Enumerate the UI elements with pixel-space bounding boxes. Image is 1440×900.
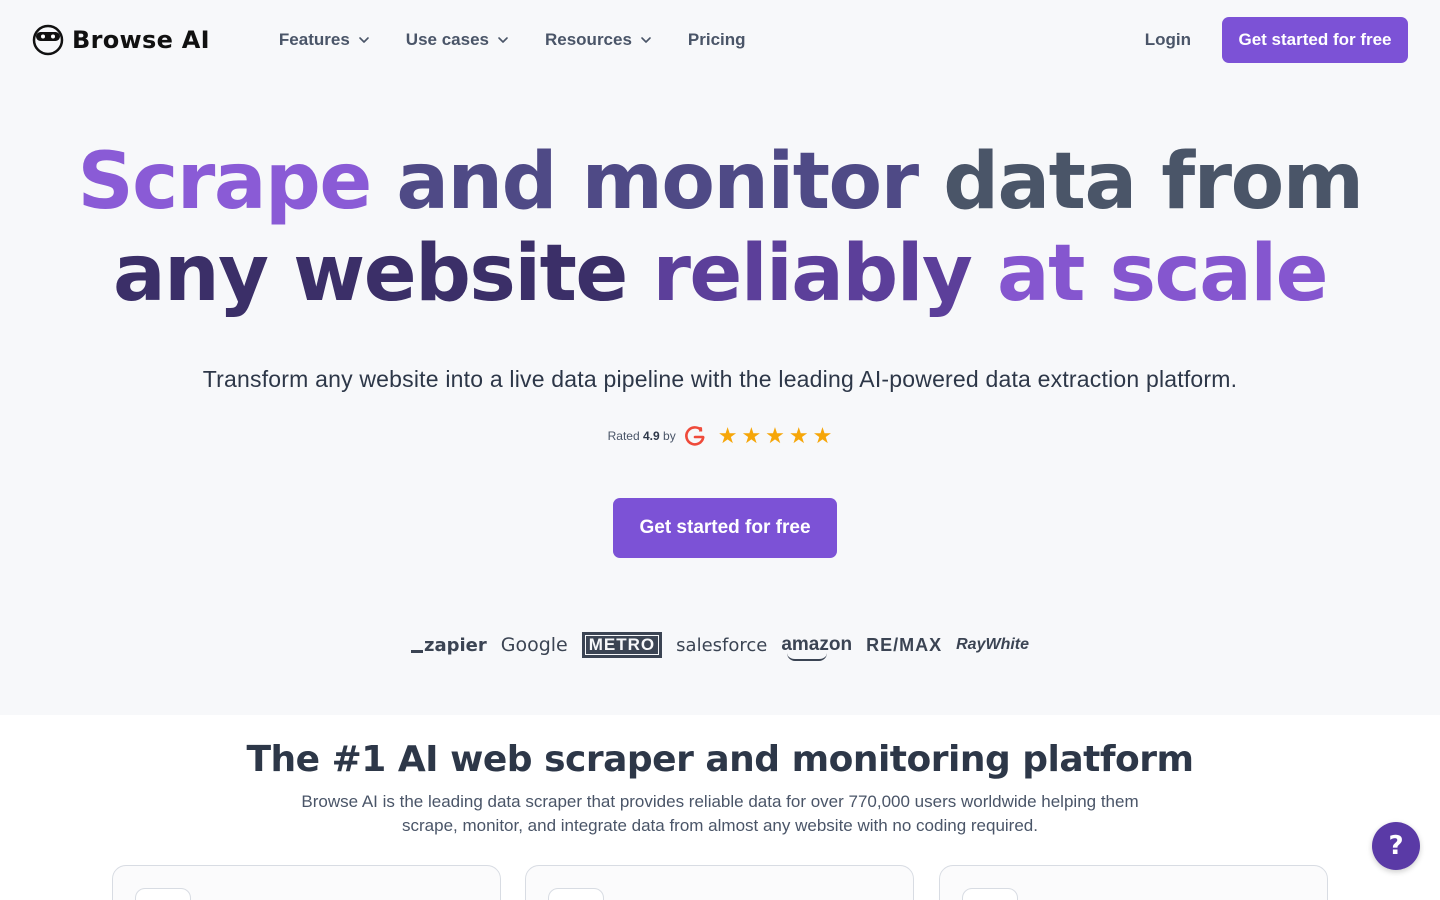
section-title: The #1 AI web scraper and monitoring pla… [246, 739, 1194, 780]
logo[interactable]: Browse AI [32, 24, 210, 56]
rating-text: Rated 4.9 by [608, 429, 676, 443]
nav-item-resources[interactable]: Resources [545, 30, 652, 50]
star-icon: ★ [765, 423, 785, 448]
raywhite-logo: RayWhite [956, 636, 1030, 653]
hero-word: and [396, 137, 557, 227]
help-button[interactable]: ? [1372, 822, 1420, 870]
google-logo: Google [500, 634, 568, 656]
feature-card-icon [135, 888, 191, 900]
nav-item-features[interactable]: Features [279, 30, 370, 50]
login-link[interactable]: Login [1145, 30, 1191, 50]
brand-logos: zapier Google METRO salesforce amazon RE… [0, 632, 1440, 661]
get-started-button-nav[interactable]: Get started for free [1222, 17, 1408, 63]
hero-word: Scrape [77, 137, 373, 227]
star-icon: ★ [741, 423, 762, 448]
chevron-down-icon [498, 37, 508, 43]
hero-word: data from [943, 137, 1364, 227]
salesforce-logo: salesforce [676, 634, 768, 656]
rating-suffix: by [663, 429, 676, 443]
logo-text: Browse AI [72, 26, 210, 54]
amazon-logo: amazon [781, 634, 852, 661]
rating-value: 4.9 [642, 429, 660, 443]
star-icon: ★ [788, 423, 809, 448]
star-icon: ★ [812, 423, 833, 448]
feature-card[interactable] [525, 865, 914, 900]
nav-links: Features Use cases Resources Pricing [279, 30, 746, 50]
hero-word: monitor [581, 137, 919, 227]
browse-ai-robot-icon [32, 24, 64, 56]
chevron-down-icon [641, 37, 651, 43]
nav-item-label: Features [278, 30, 350, 49]
remax-logo: RE/MAX [866, 634, 943, 655]
hero-title: Scrape and monitor data from any website… [0, 136, 1440, 320]
nav-item-label: Use cases [405, 30, 489, 49]
top-nav: Browse AI Features Use cases Resources P… [0, 0, 1440, 80]
hero-subtitle: Transform any website into a live data p… [202, 366, 1238, 392]
g2-logo: 2 [684, 426, 705, 446]
chevron-down-icon [358, 37, 369, 43]
feature-card[interactable] [939, 865, 1328, 900]
rating-prefix: Rated [607, 429, 640, 443]
nav-item-label: Pricing [687, 30, 746, 49]
section-description: Browse AI is the leading data scraper th… [301, 792, 1139, 835]
feature-card-icon [548, 888, 604, 900]
rating-row: Rated 4.9 by 2 ★ ★ ★ ★ ★ [0, 425, 1440, 447]
platform-section: The #1 AI web scraper and monitoring pla… [0, 715, 1440, 900]
feature-card-icon [962, 888, 1018, 900]
metro-logo: METRO [581, 632, 663, 658]
help-icon: ? [1388, 831, 1404, 861]
nav-item-pricing[interactable]: Pricing [688, 30, 746, 50]
nav-item-use-cases[interactable]: Use cases [406, 30, 509, 50]
hero-word: at scale [997, 229, 1329, 319]
nav-item-label: Resources [544, 30, 632, 49]
hero-word: reliably [652, 229, 972, 319]
star-icon: ★ [717, 423, 738, 448]
hero-word: website [293, 229, 628, 319]
nav-actions: Login Get started for free [1145, 17, 1408, 63]
hero-title-line-1: Scrape and monitor data from [0, 136, 1440, 228]
star-rating: ★ ★ ★ ★ ★ [718, 425, 833, 447]
feature-card[interactable] [112, 865, 501, 900]
hero-title-line-2: any website reliably at scale [0, 228, 1440, 320]
hero-word: any [112, 229, 269, 319]
svg-text:2: 2 [698, 427, 702, 434]
get-started-button-hero[interactable]: Get started for free [613, 498, 837, 558]
zapier-logo: zapier [410, 635, 487, 656]
